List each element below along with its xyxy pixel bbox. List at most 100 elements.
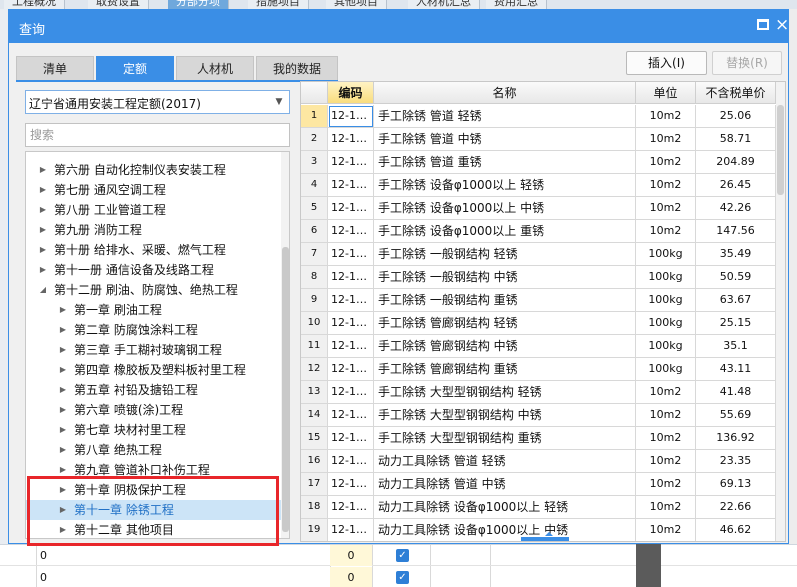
collapsed-arrow-icon[interactable]: ▶ [58,300,68,320]
name-cell[interactable]: 手工除锈 设备φ1000以上 重锈 [374,220,636,243]
table-header-name[interactable]: 名称 [374,82,636,104]
code-cell[interactable]: 12-1… [328,358,374,381]
unit-cell[interactable]: 10m2 [636,381,696,404]
collapsed-arrow-icon[interactable]: ▶ [58,420,68,440]
tree-item[interactable]: ▶ 第五章 衬铅及搪铅工程 [26,380,281,400]
tree-item[interactable]: ▶ 第八章 绝热工程 [26,440,281,460]
price-cell[interactable]: 147.56 [696,220,776,243]
table-row[interactable]: 15 12-1… 手工除锈 大型型钢钢结构 重锈 10m2 136.92 [301,427,785,450]
table-row[interactable]: 16 12-1… 动力工具除锈 管道 轻锈 10m2 23.35 [301,450,785,473]
tree-item[interactable]: ▶ 第九册 消防工程 [26,220,281,240]
unit-cell[interactable]: 10m2 [636,174,696,197]
name-cell[interactable]: 手工除锈 设备φ1000以上 轻锈 [374,174,636,197]
price-cell[interactable]: 63.67 [696,289,776,312]
price-cell[interactable]: 22.66 [696,496,776,519]
table-row[interactable]: 13 12-1… 手工除锈 大型型钢钢结构 轻锈 10m2 41.48 [301,381,785,404]
name-cell[interactable]: 动力工具除锈 设备φ1000以上 轻锈 [374,496,636,519]
price-cell[interactable]: 50.59 [696,266,776,289]
quota-library-select[interactable]: 辽宁省通用安装工程定额(2017) ▼ [25,90,290,114]
code-cell[interactable]: 12-1… [328,473,374,496]
name-cell[interactable]: 手工除锈 大型型钢钢结构 中锈 [374,404,636,427]
collapsed-arrow-icon[interactable]: ▶ [58,320,68,340]
unit-cell[interactable]: 100kg [636,243,696,266]
price-cell[interactable]: 35.49 [696,243,776,266]
price-cell[interactable]: 42.26 [696,197,776,220]
checkbox-checked-icon[interactable]: ✓ [396,549,409,562]
table-row[interactable]: 6 12-1… 手工除锈 设备φ1000以上 重锈 10m2 147.56 [301,220,785,243]
tree-item[interactable]: ▶ 第四章 橡胶板及塑料板衬里工程 [26,360,281,380]
table-row[interactable]: 1 12-1… 手工除锈 管道 轻锈 10m2 25.06 [301,105,785,128]
table-scrollbar[interactable] [776,82,785,541]
table-row[interactable]: 14 12-1… 手工除锈 大型型钢钢结构 中锈 10m2 55.69 [301,404,785,427]
name-cell[interactable]: 手工除锈 管廊钢结构 中锈 [374,335,636,358]
tree-item[interactable]: ▶ 第六册 自动化控制仪表安装工程 [26,160,281,180]
name-cell[interactable]: 动力工具除锈 管道 中锈 [374,473,636,496]
tree-item[interactable]: ▶ 第三章 手工糊衬玻璃钢工程 [26,340,281,360]
code-cell[interactable]: 12-1… [328,519,374,541]
collapsed-arrow-icon[interactable]: ▶ [58,360,68,380]
tree-item[interactable]: ▶ 第十一册 通信设备及线路工程 [26,260,281,280]
code-cell[interactable]: 12-1… [328,220,374,243]
tab-labor-material-machine[interactable]: 人材机 [176,56,254,80]
collapsed-arrow-icon[interactable]: ▶ [38,180,48,200]
table-header-code[interactable]: 编码 [328,82,374,104]
code-cell[interactable]: 12-1… [328,266,374,289]
code-cell[interactable]: 12-1… [328,404,374,427]
code-cell[interactable]: 12-1… [328,105,374,128]
unit-cell[interactable]: 10m2 [636,473,696,496]
code-cell[interactable]: 12-1… [328,427,374,450]
unit-cell[interactable]: 10m2 [636,105,696,128]
unit-cell[interactable]: 10m2 [636,220,696,243]
tree-item[interactable]: ▶ 第二章 防腐蚀涂料工程 [26,320,281,340]
price-cell[interactable]: 41.48 [696,381,776,404]
unit-cell[interactable]: 100kg [636,335,696,358]
unit-cell[interactable]: 10m2 [636,496,696,519]
table-row[interactable]: 5 12-1… 手工除锈 设备φ1000以上 中锈 10m2 42.26 [301,197,785,220]
tree-item[interactable]: ▶ 第七册 通风空调工程 [26,180,281,200]
insert-button[interactable]: 插入(I) [626,51,707,75]
code-cell[interactable]: 12-1… [328,197,374,220]
price-cell[interactable]: 69.13 [696,473,776,496]
background-tab[interactable]: 取费设置 [88,0,149,9]
tree-item[interactable]: ▶ 第七章 块材衬里工程 [26,420,281,440]
unit-cell[interactable]: 100kg [636,289,696,312]
checkbox-checked-icon[interactable]: ✓ [396,571,409,584]
tab-my-data[interactable]: 我的数据 [256,56,338,80]
close-icon[interactable]: × [775,15,789,35]
name-cell[interactable]: 手工除锈 一般钢结构 中锈 [374,266,636,289]
table-row[interactable]: 10 12-1… 手工除锈 管廊钢结构 轻锈 100kg 25.15 [301,312,785,335]
tree-item[interactable]: ◢ 第十二册 刷油、防腐蚀、绝热工程 [26,280,281,300]
tab-quota[interactable]: 定额 [96,56,174,80]
collapsed-arrow-icon[interactable]: ▶ [38,240,48,260]
code-cell[interactable]: 12-1… [328,174,374,197]
collapsed-arrow-icon[interactable]: ▶ [38,200,48,220]
price-cell[interactable]: 26.45 [696,174,776,197]
name-cell[interactable]: 手工除锈 大型型钢钢结构 重锈 [374,427,636,450]
table-row[interactable]: 2 12-1… 手工除锈 管道 中锈 10m2 58.71 [301,128,785,151]
unit-cell[interactable]: 10m2 [636,450,696,473]
price-cell[interactable]: 55.69 [696,404,776,427]
name-cell[interactable]: 手工除锈 管道 中锈 [374,128,636,151]
table-row[interactable]: 12 12-1… 手工除锈 管廊钢结构 重锈 100kg 43.11 [301,358,785,381]
name-cell[interactable]: 手工除锈 一般钢结构 重锈 [374,289,636,312]
collapsed-arrow-icon[interactable]: ▶ [38,220,48,240]
price-cell[interactable]: 25.06 [696,105,776,128]
name-cell[interactable]: 手工除锈 管道 轻锈 [374,105,636,128]
table-row[interactable]: 8 12-1… 手工除锈 一般钢结构 中锈 100kg 50.59 [301,266,785,289]
table-row[interactable]: 3 12-1… 手工除锈 管道 重锈 10m2 204.89 [301,151,785,174]
background-tab[interactable]: 人材机汇总 [408,0,480,9]
price-cell[interactable]: 23.35 [696,450,776,473]
table-header-unit[interactable]: 单位 [636,82,696,104]
unit-cell[interactable]: 100kg [636,358,696,381]
tree-item[interactable]: ▶ 第十册 给排水、采暖、燃气工程 [26,240,281,260]
unit-cell[interactable]: 100kg [636,266,696,289]
tree-item[interactable]: ▶ 第六章 喷镀(涂)工程 [26,400,281,420]
collapsed-arrow-icon[interactable]: ▶ [58,400,68,420]
code-cell[interactable]: 12-1… [328,381,374,404]
name-cell[interactable]: 手工除锈 管道 重锈 [374,151,636,174]
unit-cell[interactable]: 100kg [636,312,696,335]
background-tab[interactable]: 分部分项 [168,0,229,9]
price-cell[interactable]: 58.71 [696,128,776,151]
chevron-down-icon[interactable]: ▼ [272,93,286,111]
name-cell[interactable]: 动力工具除锈 设备φ1000以上 中锈 [374,519,636,541]
